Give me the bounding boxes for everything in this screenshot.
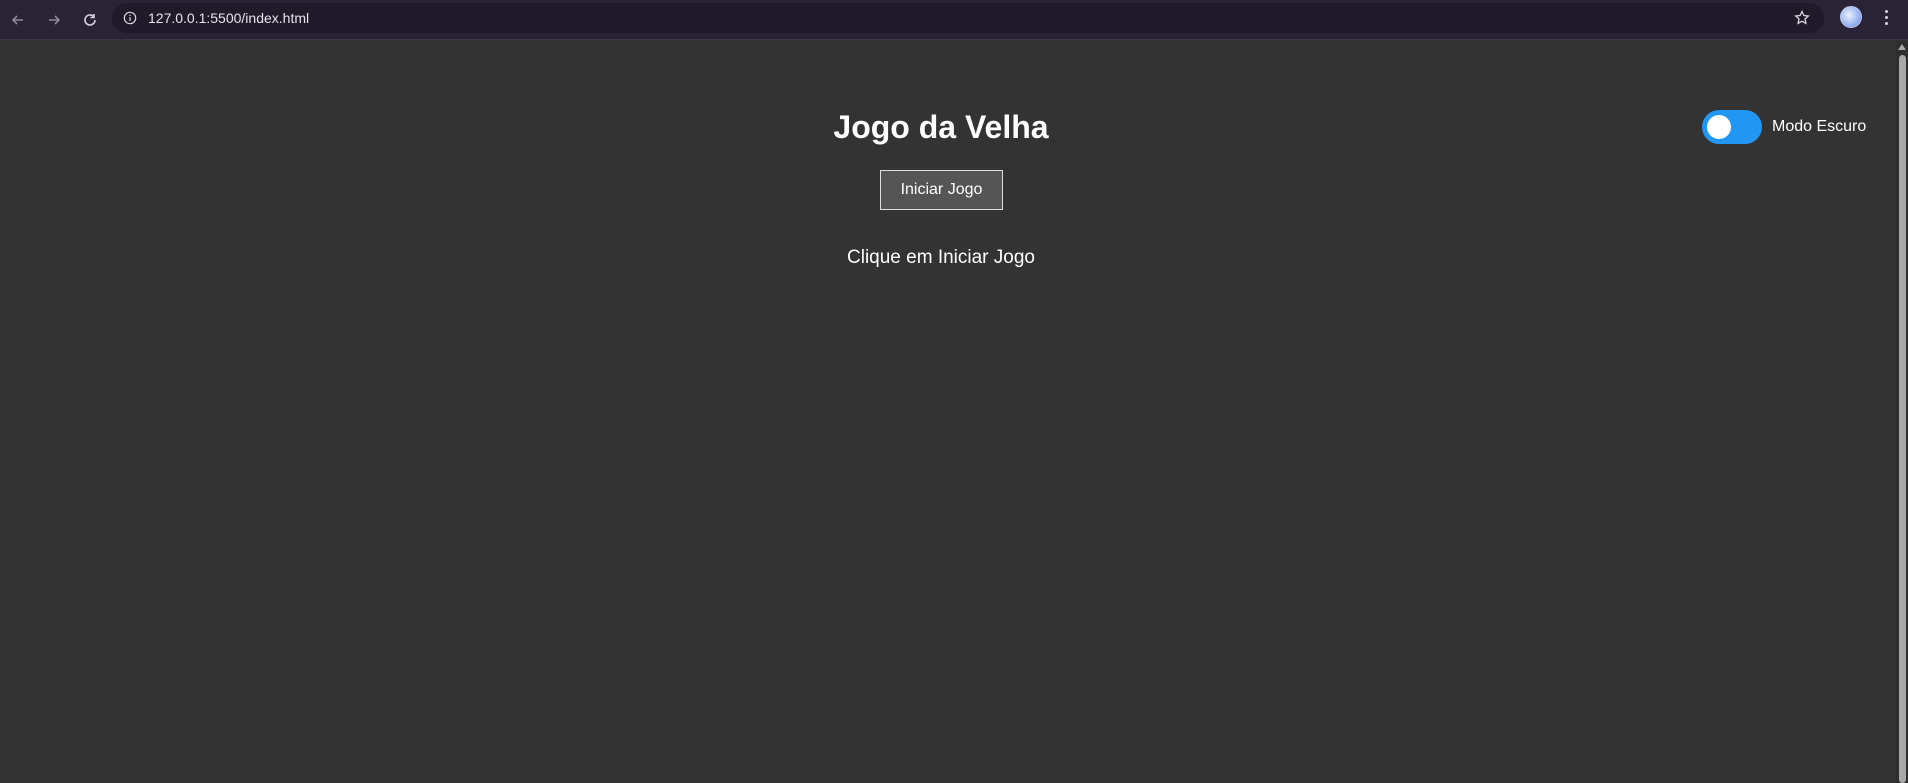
dark-mode-toggle-container: Modo Escuro bbox=[1702, 110, 1866, 144]
star-icon bbox=[1794, 10, 1810, 25]
back-button[interactable] bbox=[0, 4, 36, 36]
scroll-thumb[interactable] bbox=[1899, 55, 1906, 783]
game-status-message: Clique em Iniciar Jogo bbox=[847, 247, 1035, 268]
vertical-scrollbar[interactable] bbox=[1896, 41, 1908, 783]
toggle-knob bbox=[1707, 115, 1731, 139]
browser-toolbar: 127.0.0.1:5500/index.html bbox=[0, 0, 1908, 40]
scroll-up-arrow-icon[interactable] bbox=[1898, 44, 1906, 50]
arrow-left-icon bbox=[11, 14, 23, 25]
forward-button[interactable] bbox=[36, 4, 72, 36]
bookmark-button[interactable] bbox=[1792, 8, 1812, 28]
reload-button[interactable] bbox=[72, 4, 108, 36]
url-text[interactable]: 127.0.0.1:5500/index.html bbox=[148, 10, 309, 26]
profile-avatar[interactable] bbox=[1840, 6, 1862, 28]
start-game-button[interactable]: Iniciar Jogo bbox=[880, 170, 1003, 210]
arrow-right-icon bbox=[49, 14, 61, 25]
dark-mode-toggle[interactable] bbox=[1702, 110, 1762, 144]
dark-mode-label: Modo Escuro bbox=[1772, 118, 1867, 135]
address-bar[interactable]: 127.0.0.1:5500/index.html bbox=[112, 3, 1824, 33]
site-info-button[interactable] bbox=[116, 4, 144, 32]
info-icon bbox=[123, 11, 137, 25]
page-title: Jogo da Velha bbox=[833, 109, 1049, 145]
reload-icon bbox=[84, 13, 96, 26]
kebab-menu-icon[interactable] bbox=[1874, 4, 1898, 30]
page-content: Jogo da Velha Iniciar Jogo Clique em Ini… bbox=[0, 41, 1896, 783]
